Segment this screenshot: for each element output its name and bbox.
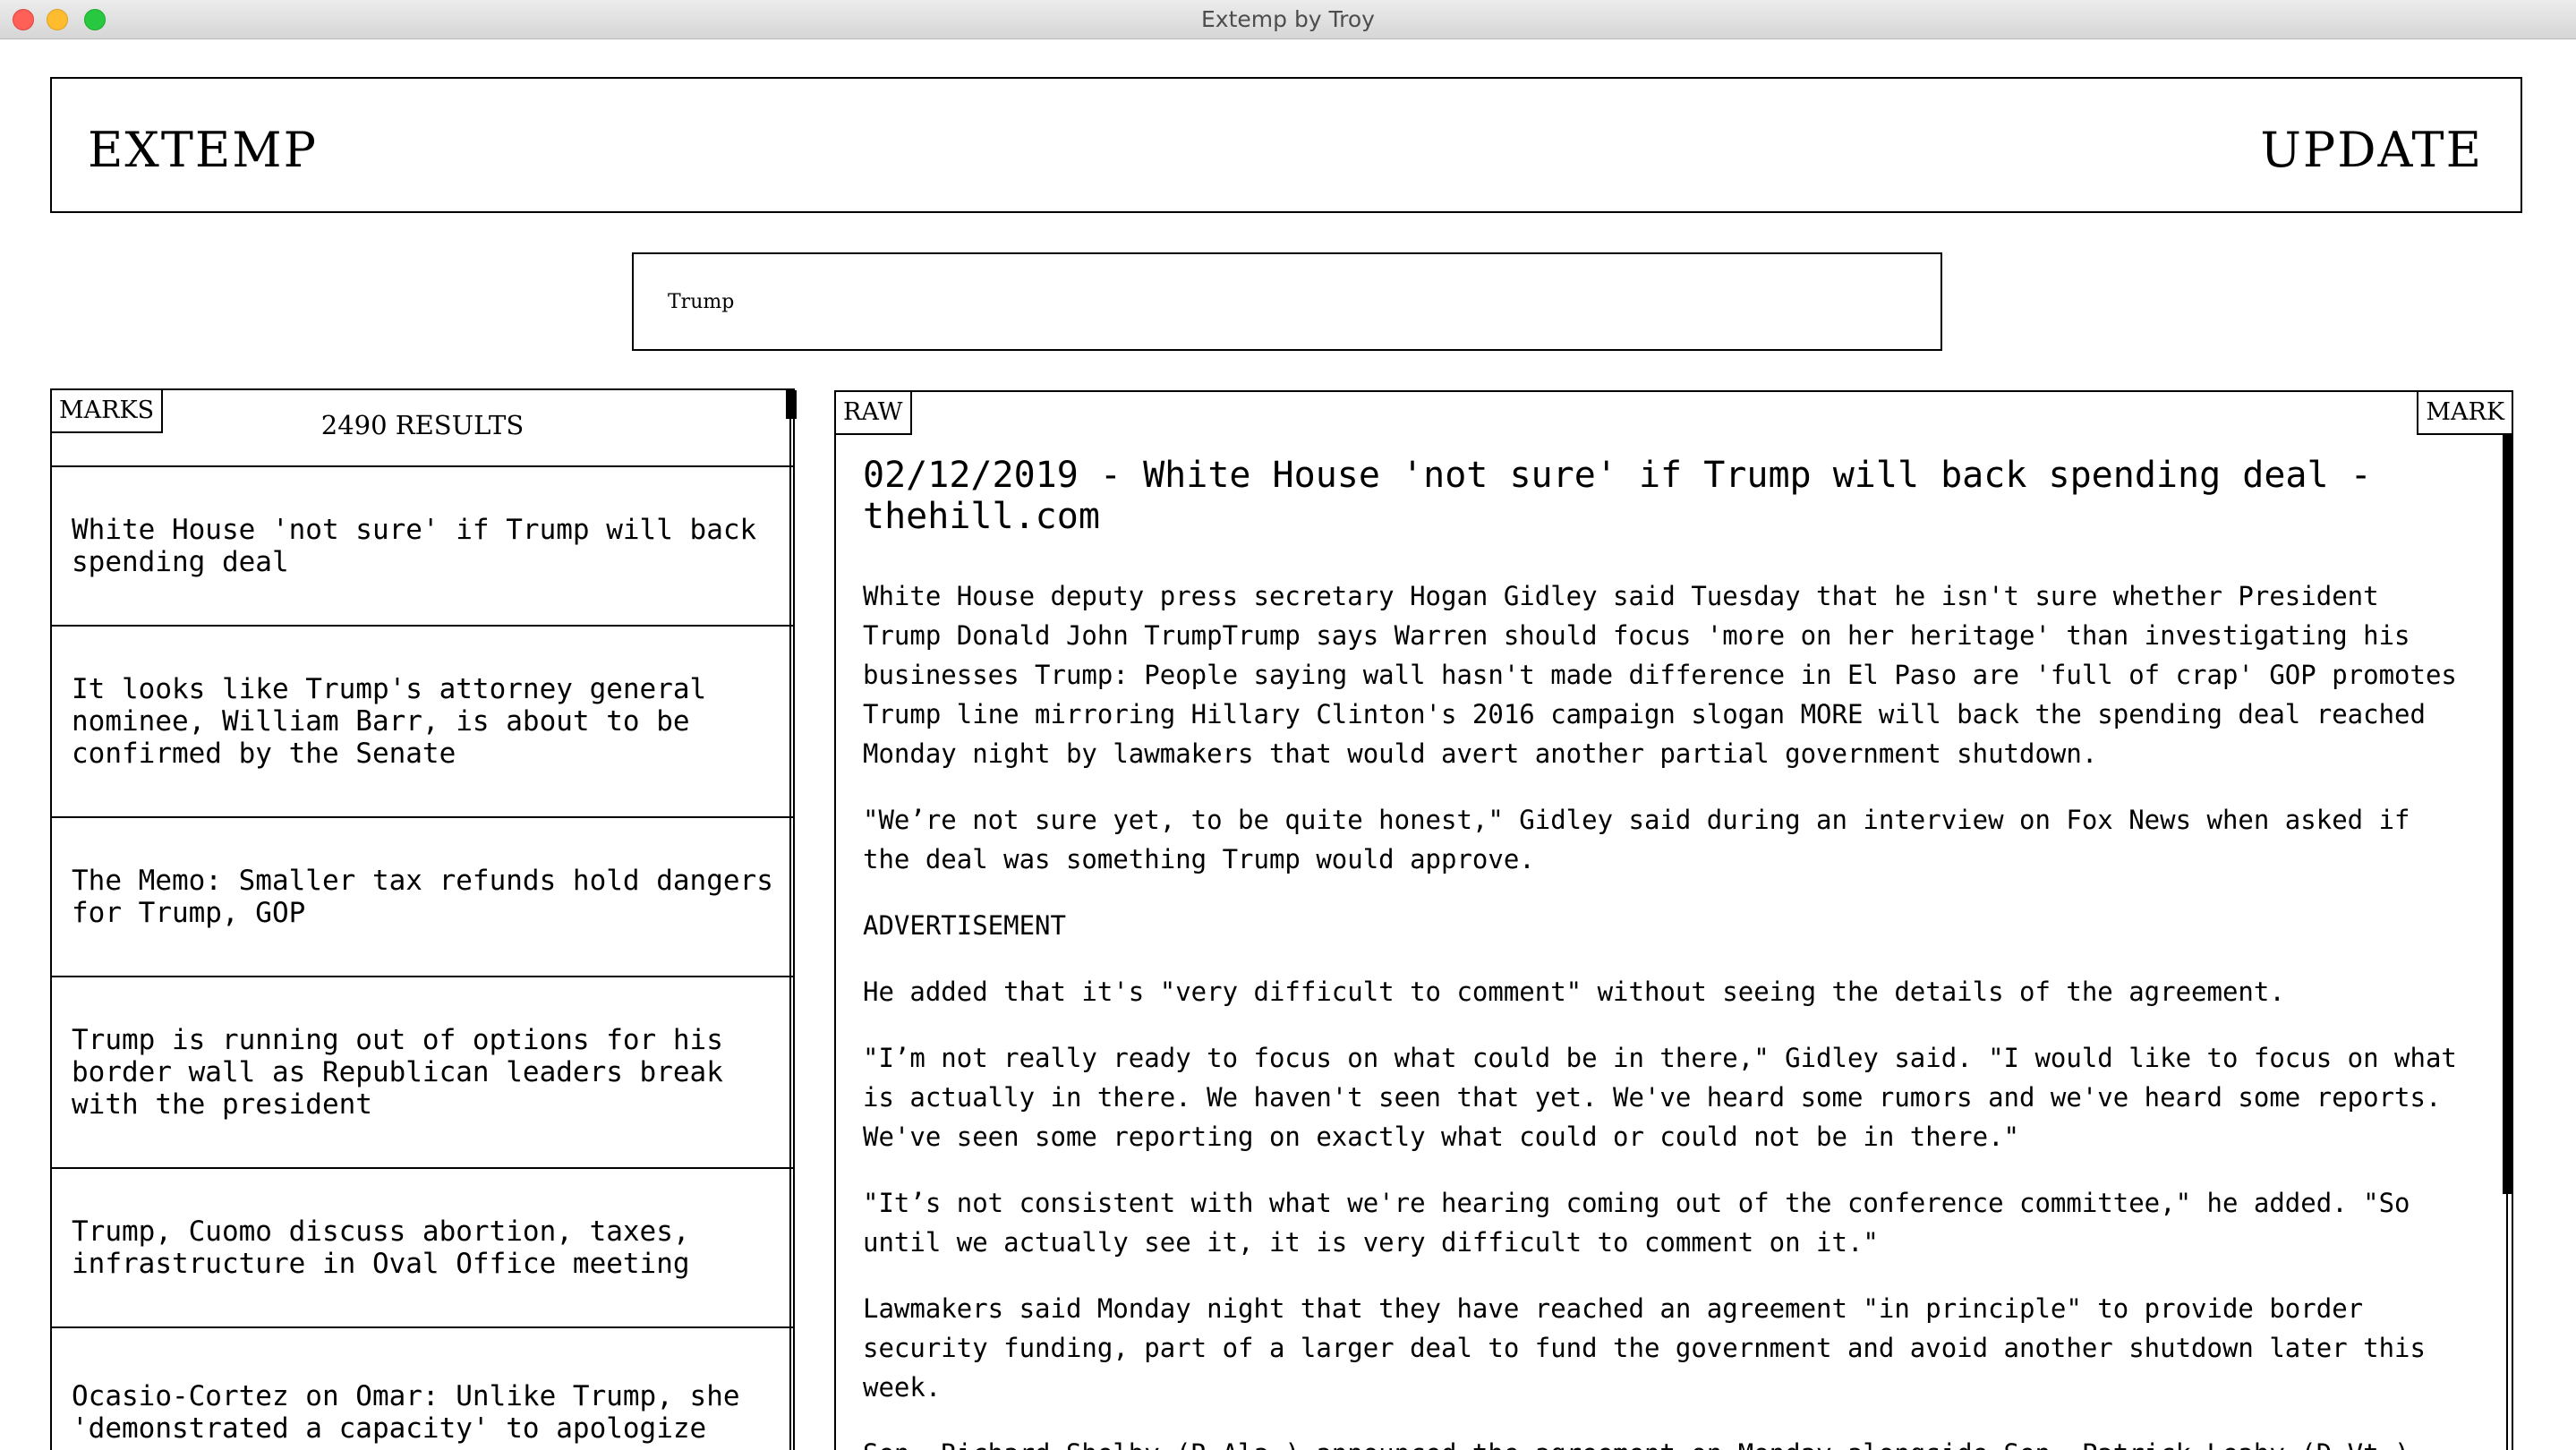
window-titlebar: Extemp by Troy bbox=[0, 0, 2576, 39]
article-title: 02/12/2019 - White House 'not sure' if T… bbox=[863, 455, 2372, 537]
window-title: Extemp by Troy bbox=[1201, 6, 1375, 32]
results-panel: 2490 RESULTS MARKS White House 'not sure… bbox=[50, 388, 795, 1450]
article-scrollbar-thumb[interactable] bbox=[2503, 435, 2513, 1194]
article-paragraph: "We’re not sure yet, to be quite honest,… bbox=[863, 805, 2410, 874]
article-paragraph: "It’s not consistent with what we're hea… bbox=[863, 1188, 2410, 1258]
update-button[interactable]: UPDATE bbox=[2260, 122, 2483, 178]
result-item[interactable]: Ocasio-Cortez on Omar: Unlike Trump, she… bbox=[52, 1326, 793, 1450]
result-title: The Memo: Smaller tax refunds hold dange… bbox=[72, 865, 773, 929]
result-title: Trump is running out of options for his … bbox=[72, 1024, 723, 1121]
result-item[interactable]: It looks like Trump's attorney general n… bbox=[52, 625, 793, 816]
result-title: White House 'not sure' if Trump will bac… bbox=[72, 514, 757, 578]
article-paragraph: White House deputy press secretary Hogan… bbox=[863, 581, 2457, 769]
result-title: Trump, Cuomo discuss abortion, taxes, in… bbox=[72, 1215, 690, 1280]
results-scrollbar-thumb[interactable] bbox=[786, 390, 797, 419]
results-scrollbar-track[interactable] bbox=[789, 419, 791, 1450]
result-item[interactable]: Trump, Cuomo discuss abortion, taxes, in… bbox=[52, 1167, 793, 1326]
raw-tab[interactable]: RAW bbox=[836, 392, 912, 435]
article-content: 02/12/2019 - White House 'not sure' if T… bbox=[863, 455, 2465, 1450]
result-item[interactable]: White House 'not sure' if Trump will bac… bbox=[52, 465, 793, 625]
search-input[interactable] bbox=[632, 252, 1942, 351]
result-item[interactable]: Trump is running out of options for his … bbox=[52, 976, 793, 1167]
article-paragraph: ADVERTISEMENT bbox=[863, 910, 1066, 941]
article-paragraph: Sen. Richard Shelby (R-Ala.) announced t… bbox=[863, 1434, 2465, 1450]
app-header: EXTEMP UPDATE bbox=[50, 77, 2522, 213]
article-paragraph: "I’m not really ready to focus on what c… bbox=[863, 1043, 2457, 1152]
results-list: White House 'not sure' if Trump will bac… bbox=[52, 465, 793, 1450]
results-count: 2490 RESULTS bbox=[320, 410, 525, 440]
result-item[interactable]: The Memo: Smaller tax refunds hold dange… bbox=[52, 816, 793, 976]
app-title: EXTEMP bbox=[88, 122, 318, 178]
result-title: It looks like Trump's attorney general n… bbox=[72, 673, 707, 770]
article-paragraph: He added that it's "very difficult to co… bbox=[863, 977, 2285, 1007]
result-title: Ocasio-Cortez on Omar: Unlike Trump, she… bbox=[72, 1380, 740, 1445]
mark-button[interactable]: MARK bbox=[2417, 392, 2512, 435]
article-scrollbar-track[interactable] bbox=[2506, 1194, 2508, 1450]
article-panel: RAW MARK 02/12/2019 - White House 'not s… bbox=[834, 390, 2513, 1450]
marks-tab[interactable]: MARKS bbox=[52, 390, 164, 433]
article-paragraph: Lawmakers said Monday night that they ha… bbox=[863, 1293, 2426, 1403]
